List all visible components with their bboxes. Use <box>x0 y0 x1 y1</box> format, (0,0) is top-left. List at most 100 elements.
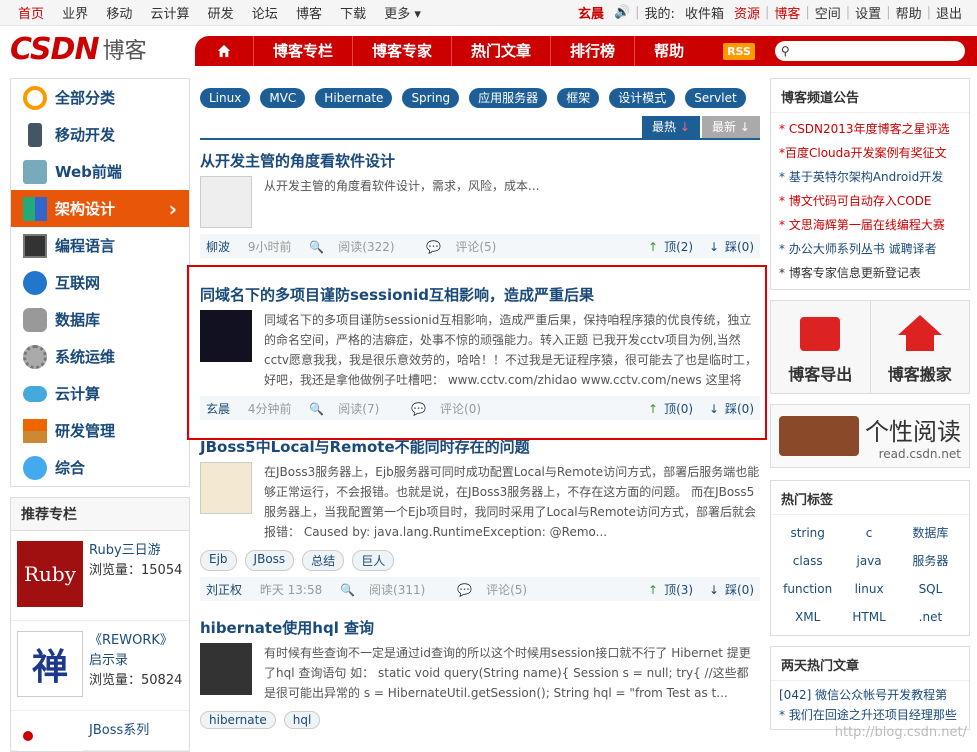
notice-item[interactable]: * 文思海辉第一届在线编程大赛 <box>779 213 961 237</box>
search-icon[interactable]: ⚲ <box>781 44 790 58</box>
upvote-button[interactable]: ↑ 顶(2) <box>642 240 693 254</box>
article-tag[interactable]: hql <box>283 711 321 729</box>
category-architecture[interactable]: 架构设计 <box>11 190 189 227</box>
top-link-industry[interactable]: 业界 <box>62 7 88 22</box>
top-link-blog[interactable]: 博客 <box>296 7 322 22</box>
category-general[interactable]: 综合 <box>11 449 189 486</box>
blog-move-button[interactable]: 博客搬家 <box>869 301 969 393</box>
rss-button[interactable]: RSS <box>723 42 755 60</box>
tag-framework[interactable]: 框架 <box>557 88 600 108</box>
blog-link[interactable]: 博客 <box>769 3 805 22</box>
tag-servlet[interactable]: Servlet <box>685 88 746 108</box>
hot-tag[interactable]: .net <box>900 603 961 631</box>
nav-rankings[interactable]: 排行榜 <box>550 36 634 66</box>
tag-spring[interactable]: Spring <box>402 88 460 108</box>
search-box[interactable]: ⚲ <box>774 41 965 61</box>
downvote-button[interactable]: ↓ 踩(0) <box>703 240 754 254</box>
hot-tag[interactable]: 服务器 <box>900 547 961 575</box>
article-author[interactable]: 刘正权 <box>206 583 242 597</box>
home-icon[interactable] <box>195 44 253 58</box>
rec-title[interactable]: 《REWORK》启示录 <box>89 631 183 671</box>
nav-blog-column[interactable]: 博客专栏 <box>253 36 352 66</box>
tag-linux[interactable]: Linux <box>200 88 251 108</box>
comment-count[interactable]: 💬 评论(5) <box>426 240 510 254</box>
category-programming[interactable]: 编程语言 <box>11 227 189 264</box>
ruby-thumbnail[interactable]: Ruby <box>17 541 83 607</box>
space-link[interactable]: 空间 <box>810 3 846 22</box>
rec-title[interactable]: JBoss系列 <box>89 721 149 741</box>
read-count[interactable]: 🔍 阅读(311) <box>340 583 439 597</box>
hot-tag[interactable]: function <box>777 575 838 603</box>
tag-design-pattern[interactable]: 设计模式 <box>609 88 676 108</box>
hot-tag[interactable]: SQL <box>900 575 961 603</box>
article-title[interactable]: hibernate使用hql 查询 <box>200 617 760 639</box>
notice-item[interactable]: * 办公大师系列丛书 诚聘译者 <box>779 237 961 261</box>
rework-thumbnail[interactable]: 禅 <box>17 631 83 697</box>
tag-hibernate[interactable]: Hibernate <box>315 88 393 108</box>
tag-mvc[interactable]: MVC <box>260 88 306 108</box>
article-tag[interactable]: hibernate <box>200 711 276 729</box>
hot-tag[interactable]: linux <box>838 575 899 603</box>
settings-link[interactable]: 设置 <box>850 3 886 22</box>
article-tag[interactable]: 巨人 <box>352 550 395 571</box>
search-input[interactable] <box>793 44 944 58</box>
article-tag[interactable]: 总结 <box>302 550 345 571</box>
hot-article-item[interactable]: [042] 微信公众帐号开发教程第 <box>779 685 961 705</box>
hot-tag[interactable]: HTML <box>838 603 899 631</box>
personal-reading-banner[interactable]: 个性阅读 read.csdn.net <box>770 404 970 468</box>
hot-article-item[interactable]: * 我们在回途之升还项目经理那些 <box>779 705 961 725</box>
notice-item[interactable]: *百度Clouda开发案例有奖征文 <box>779 141 961 165</box>
upvote-button[interactable]: ↑ 顶(3) <box>642 583 693 597</box>
category-mobile[interactable]: 移动开发 <box>11 116 189 153</box>
category-rd-management[interactable]: 研发管理 <box>11 412 189 449</box>
article-title[interactable]: 从开发主管的角度看软件设计 <box>200 150 760 172</box>
rec-item[interactable]: JBoss系列 <box>11 711 189 751</box>
nav-hot-articles[interactable]: 热门文章 <box>451 36 550 66</box>
csdn-logo[interactable]: CSDN 博客 <box>0 32 200 67</box>
top-link-more[interactable]: 更多 ▾ <box>384 7 421 22</box>
downvote-button[interactable]: ↓ 踩(0) <box>703 583 754 597</box>
top-link-home[interactable]: 首页 <box>18 7 44 22</box>
article-tag[interactable]: Ejb <box>200 550 237 571</box>
resource-link[interactable]: 资源 <box>729 3 765 22</box>
hot-tag[interactable]: java <box>838 547 899 575</box>
category-internet[interactable]: 互联网 <box>11 264 189 301</box>
category-database[interactable]: 数据库 <box>11 301 189 338</box>
hot-tag[interactable]: 数据库 <box>900 519 961 547</box>
top-link-mobile[interactable]: 移动 <box>106 7 132 22</box>
hot-tag[interactable]: XML <box>777 603 838 631</box>
top-link-forum[interactable]: 论坛 <box>252 7 278 22</box>
help-link[interactable]: 帮助 <box>891 3 927 22</box>
category-ops[interactable]: 系统运维 <box>11 338 189 375</box>
rec-item[interactable]: Ruby Ruby三日游 浏览量：15054 <box>11 531 189 621</box>
rec-item[interactable]: 禅 《REWORK》启示录 浏览量：50824 <box>11 621 189 711</box>
sort-hot-tab[interactable]: 最热 ↓ <box>642 116 700 138</box>
rec-title[interactable]: Ruby三日游 <box>89 541 182 561</box>
speaker-icon[interactable]: 🔊 <box>609 5 635 20</box>
article-author[interactable]: 柳波 <box>206 240 230 254</box>
notice-item[interactable]: * CSDN2013年度博客之星评选 <box>779 117 961 141</box>
category-all[interactable]: 全部分类 <box>11 79 189 116</box>
username[interactable]: 玄晨 <box>573 3 609 22</box>
nav-help[interactable]: 帮助 <box>634 36 703 66</box>
category-web[interactable]: Web前端 <box>11 153 189 190</box>
category-cloud[interactable]: 云计算 <box>11 375 189 412</box>
hot-tag[interactable]: c <box>838 519 899 547</box>
read-count[interactable]: 🔍 阅读(322) <box>309 240 408 254</box>
notice-item[interactable]: * 博文代码可自动存入CODE <box>779 189 961 213</box>
author-avatar[interactable] <box>200 643 252 695</box>
notice-item[interactable]: * 基于英特尔架构Android开发 <box>779 165 961 189</box>
tag-app-server[interactable]: 应用服务器 <box>469 88 548 108</box>
inbox-link[interactable]: 收件箱 <box>680 3 729 22</box>
hot-tag[interactable]: class <box>777 547 838 575</box>
blog-export-button[interactable]: 博客导出 <box>771 301 870 393</box>
sort-new-tab[interactable]: 最新 ↓ <box>702 116 760 138</box>
author-avatar[interactable] <box>200 176 252 228</box>
comment-count[interactable]: 💬 评论(5) <box>457 583 541 597</box>
nav-blog-expert[interactable]: 博客专家 <box>352 36 451 66</box>
hot-tag[interactable]: string <box>777 519 838 547</box>
top-link-rd[interactable]: 研发 <box>208 7 234 22</box>
jboss-thumbnail[interactable] <box>17 721 83 751</box>
notice-item[interactable]: * 博客专家信息更新登记表 <box>779 261 961 285</box>
top-link-cloud[interactable]: 云计算 <box>150 7 189 22</box>
